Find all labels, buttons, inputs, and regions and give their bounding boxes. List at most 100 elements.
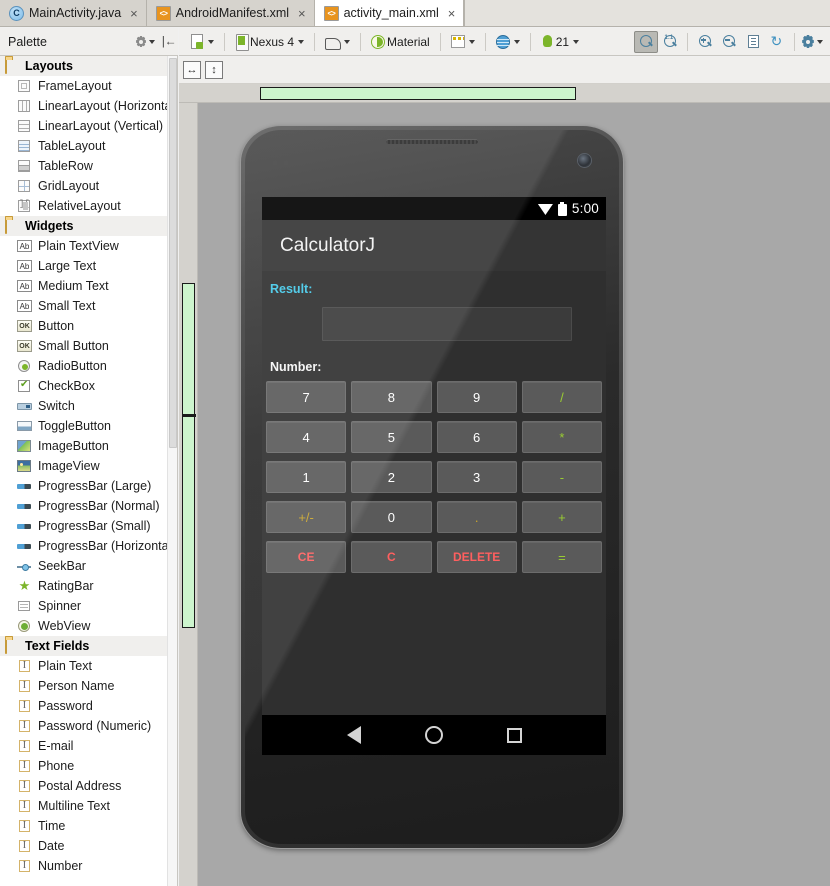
locale-icon [450, 35, 465, 48]
palette-item-postal-address[interactable]: Postal Address [0, 776, 177, 796]
close-icon[interactable]: × [130, 7, 138, 20]
key-equals[interactable]: = [521, 541, 602, 573]
palette-item-togglebutton[interactable]: ToggleButton [0, 416, 177, 436]
palette-item-plain-text[interactable]: Plain Text [0, 656, 177, 676]
palette-item-tablelayout[interactable]: TableLayout [0, 136, 177, 156]
key-plus-minus[interactable]: +/- [266, 501, 347, 533]
palette-item-person-name[interactable]: Person Name [0, 676, 177, 696]
key-0[interactable]: 0 [351, 501, 432, 533]
palette-scrollbar[interactable] [167, 56, 177, 886]
editor-tab-mainactivity-java[interactable]: C MainActivity.java × [0, 0, 147, 26]
key-8[interactable]: 8 [351, 381, 432, 413]
palette-item-large-text[interactable]: Ab Large Text [0, 256, 177, 276]
key-c[interactable]: C [351, 541, 432, 573]
palette-item-imagebutton[interactable]: ImageButton [0, 436, 177, 456]
new-device-definition-button[interactable] [185, 31, 219, 53]
close-icon[interactable]: × [298, 7, 306, 20]
key-7[interactable]: 7 [266, 381, 347, 413]
palette-item-ratingbar[interactable]: ★ RatingBar [0, 576, 177, 596]
palette-item-progressbar-horizontal[interactable]: ProgressBar (Horizontal) [0, 536, 177, 556]
close-icon[interactable]: × [448, 7, 456, 20]
key-1[interactable]: 1 [266, 461, 347, 493]
palette-item-progressbar-normal[interactable]: ProgressBar (Normal) [0, 496, 177, 516]
device-selector[interactable]: Nexus 4 [230, 31, 309, 53]
vertical-size-guide[interactable] [181, 283, 196, 628]
palette-item-tablerow[interactable]: TableRow [0, 156, 177, 176]
palette-item-button[interactable]: OK Button [0, 316, 177, 336]
palette-item-phone[interactable]: Phone [0, 756, 177, 776]
palette-group-widgets[interactable]: Widgets [0, 216, 177, 236]
key-divide[interactable]: / [521, 381, 602, 413]
palette-group-layouts[interactable]: Layouts [0, 56, 177, 76]
activity-content[interactable]: Result: Number: 7 8 9 / 4 5 6 * 1 2 3 - … [262, 271, 606, 715]
key-ce[interactable]: CE [266, 541, 347, 573]
palette-item-plain-textview[interactable]: Ab Plain TextView [0, 236, 177, 256]
palette-item-number[interactable]: Number [0, 856, 177, 876]
palette-item-small-button[interactable]: OK Small Button [0, 336, 177, 356]
key-5[interactable]: 5 [351, 421, 432, 453]
key-decimal-point[interactable]: . [436, 501, 517, 533]
design-canvas[interactable]: 5:00 CalculatorJ Result: Number: 7 8 9 /… [179, 84, 830, 886]
palette-panel[interactable]: Layouts FrameLayout LinearLayout (Horizo… [0, 56, 178, 886]
resize-height-handle[interactable]: ↕ [205, 61, 223, 79]
palette-scrollbar-thumb[interactable] [169, 58, 177, 448]
palette-item-date[interactable]: Date [0, 836, 177, 856]
palette-group-text-fields[interactable]: Text Fields [0, 636, 177, 656]
pan-tool-button[interactable] [634, 30, 658, 53]
key-delete[interactable]: DELETE [436, 541, 517, 573]
nav-back-icon[interactable] [346, 726, 361, 744]
palette-collapse-button[interactable]: |← [156, 31, 178, 53]
nav-recents-icon[interactable] [506, 727, 522, 743]
palette-item-relativelayout[interactable]: RelativeLayout [0, 196, 177, 216]
zoom-in-button[interactable] [693, 31, 717, 53]
key-3[interactable]: 3 [436, 461, 517, 493]
palette-item-small-text[interactable]: Ab Small Text [0, 296, 177, 316]
key-6[interactable]: 6 [436, 421, 517, 453]
activity-selector[interactable] [446, 31, 480, 53]
palette-item-checkbox[interactable]: CheckBox [0, 376, 177, 396]
palette-item-spinner[interactable]: Spinner [0, 596, 177, 616]
result-input-field[interactable] [322, 307, 572, 341]
palette-item-email[interactable]: E-mail [0, 736, 177, 756]
palette-settings-button[interactable] [134, 31, 156, 53]
palette-item-progressbar-small[interactable]: ProgressBar (Small) [0, 516, 177, 536]
key-plus[interactable]: + [521, 501, 602, 533]
palette-item-progressbar-large[interactable]: ProgressBar (Large) [0, 476, 177, 496]
key-minus[interactable]: - [521, 461, 602, 493]
palette-item-multiline-text[interactable]: Multiline Text [0, 796, 177, 816]
key-4[interactable]: 4 [266, 421, 347, 453]
palette-item-seekbar[interactable]: SeekBar [0, 556, 177, 576]
palette-item-radiobutton[interactable]: RadioButton [0, 356, 177, 376]
zoom-out-button[interactable] [717, 31, 741, 53]
palette-item-time[interactable]: Time [0, 816, 177, 836]
palette-item-linearlayout-vertical[interactable]: LinearLayout (Vertical) [0, 116, 177, 136]
locale-selector[interactable] [491, 31, 525, 53]
preview-settings-button[interactable] [800, 31, 824, 53]
zoom-actual-size-button[interactable]: 1:1 [658, 31, 682, 53]
nav-home-icon[interactable] [424, 726, 443, 744]
palette-item-framelayout[interactable]: FrameLayout [0, 76, 177, 96]
battery-icon [557, 201, 567, 216]
editor-tab-androidmanifest-xml[interactable]: AndroidManifest.xml × [146, 0, 315, 26]
zoom-fit-button[interactable] [741, 31, 765, 53]
refresh-preview-button[interactable]: ↻ [765, 31, 789, 53]
horizontal-size-guide[interactable] [260, 87, 576, 100]
key-multiply[interactable]: * [521, 421, 602, 453]
canvas-viewport[interactable]: 5:00 CalculatorJ Result: Number: 7 8 9 /… [199, 104, 830, 886]
palette-item-webview[interactable]: WebView [0, 616, 177, 636]
palette-item-medium-text[interactable]: Ab Medium Text [0, 276, 177, 296]
palette-item-imageview[interactable]: ImageView [0, 456, 177, 476]
key-2[interactable]: 2 [351, 461, 432, 493]
palette-item-password-numeric[interactable]: Password (Numeric) [0, 716, 177, 736]
palette-item-gridlayout[interactable]: GridLayout [0, 176, 177, 196]
editor-tab-activity-main-xml[interactable]: activity_main.xml × [314, 0, 465, 26]
api-level-selector[interactable]: 21 [536, 31, 584, 53]
palette-item-linearlayout-horizontal[interactable]: LinearLayout (Horizontal) [0, 96, 177, 116]
palette-item-switch[interactable]: Switch [0, 396, 177, 416]
orientation-selector[interactable] [320, 31, 355, 53]
theme-selector[interactable]: Material [366, 31, 435, 53]
device-screen[interactable]: 5:00 CalculatorJ Result: Number: 7 8 9 /… [262, 197, 606, 755]
resize-width-handle[interactable]: ↔ [183, 61, 201, 79]
key-9[interactable]: 9 [436, 381, 517, 413]
palette-item-password[interactable]: Password [0, 696, 177, 716]
